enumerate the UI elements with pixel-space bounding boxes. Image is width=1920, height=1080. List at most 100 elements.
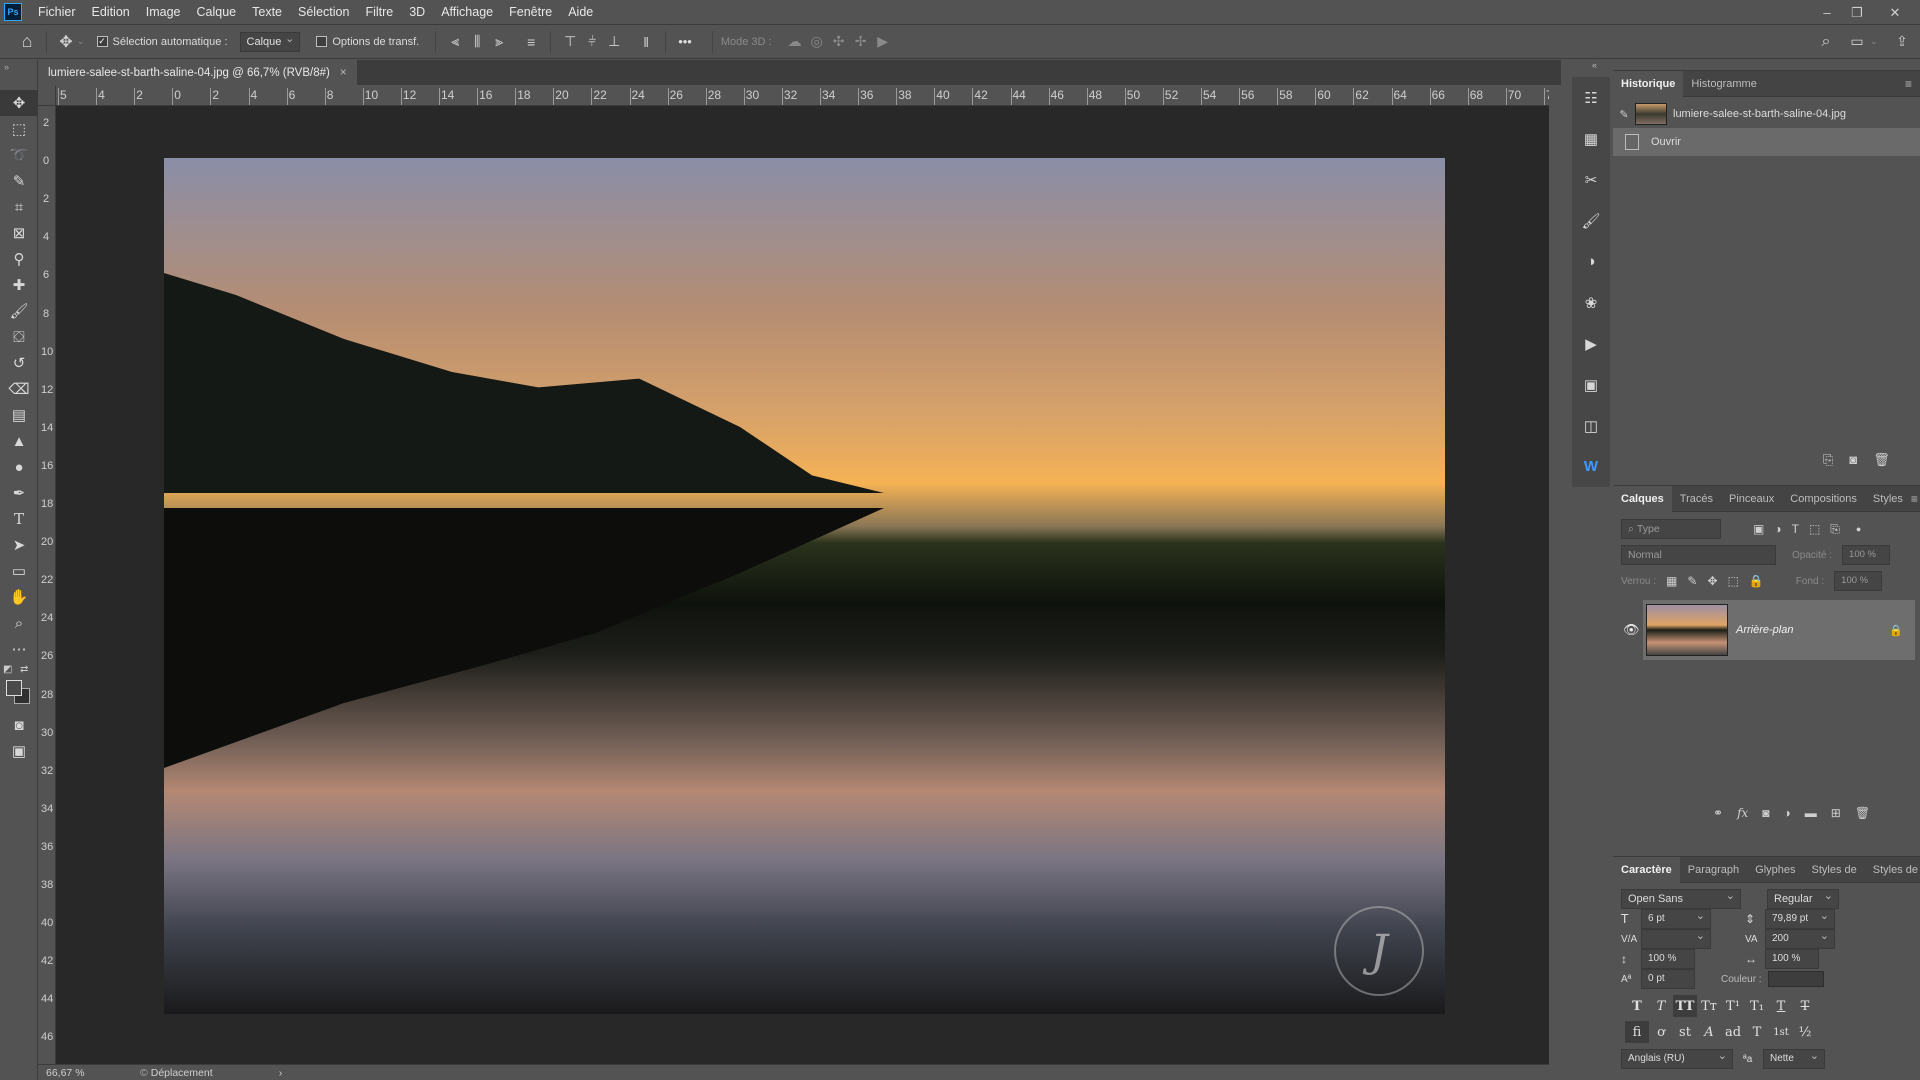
scale-3d-icon[interactable]: ▶ <box>872 31 894 53</box>
brush-tool-icon[interactable]: 🖌 <box>0 298 38 324</box>
menu-fenetre[interactable]: Fenêtre <box>501 0 560 25</box>
adjustments-panel-icon[interactable]: ▦ <box>1572 118 1610 159</box>
ligatures-button[interactable]: fi <box>1625 1021 1649 1043</box>
menu-selection[interactable]: Sélection <box>290 0 357 25</box>
eyedropper-tool-icon[interactable]: ⚲ <box>0 246 38 272</box>
blur-tool-icon[interactable]: ▲ <box>0 428 38 454</box>
distribute-horizontal-icon[interactable]: ‖ <box>635 31 657 53</box>
tab-histogramme[interactable]: Histogramme <box>1683 71 1764 97</box>
filter-adjustment-icon[interactable]: ◑ <box>1774 522 1781 536</box>
align-bottom-icon[interactable]: ⊥ <box>603 31 625 53</box>
lock-transparent-icon[interactable]: ▦ <box>1666 574 1677 588</box>
lasso-tool-icon[interactable]: ➰ <box>0 142 38 168</box>
status-menu-arrow[interactable]: › <box>279 1067 283 1079</box>
tools-presets-icon[interactable]: ✂ <box>1572 159 1610 200</box>
libraries-panel-icon[interactable]: ◫ <box>1572 405 1610 446</box>
tab-caractere[interactable]: Caractère <box>1613 856 1680 883</box>
close-document-icon[interactable]: × <box>340 67 347 79</box>
all-caps-button[interactable]: TT <box>1673 995 1697 1017</box>
tab-pinceaux[interactable]: Pinceaux <box>1721 486 1782 512</box>
horizontal-scale-field[interactable]: 100 % <box>1765 949 1819 969</box>
type-tool-icon[interactable]: T <box>0 506 38 532</box>
new-document-from-state-icon[interactable]: ⎘ <box>1823 452 1833 468</box>
collapse-toolbar-icon[interactable]: » <box>0 60 37 90</box>
tab-compositions[interactable]: Compositions <box>1782 486 1865 512</box>
faux-italic-button[interactable]: T <box>1649 995 1673 1017</box>
ordinals-button[interactable]: 1st <box>1769 1021 1793 1043</box>
lock-artboard-icon[interactable]: ⬚ <box>1728 574 1739 588</box>
menu-affichage[interactable]: Affichage <box>433 0 501 25</box>
lock-position-icon[interactable]: ✥ <box>1707 574 1717 588</box>
eraser-tool-icon[interactable]: ⌫ <box>0 376 38 402</box>
quick-selection-tool-icon[interactable]: ✎ <box>0 168 38 194</box>
tab-styles-paragraphe[interactable]: Styles de <box>1865 857 1920 883</box>
snapshot-camera-icon[interactable]: ◙ <box>1849 452 1857 468</box>
layer-row[interactable]: Arrière-plan 🔒 <box>1643 600 1915 660</box>
menu-aide[interactable]: Aide <box>560 0 601 25</box>
filter-toggle-icon[interactable]: ● <box>1856 524 1861 534</box>
history-panel-menu-icon[interactable]: ≡ <box>1905 77 1912 91</box>
menu-texte[interactable]: Texte <box>244 0 290 25</box>
delete-state-icon[interactable]: 🗑 <box>1873 452 1890 468</box>
orbit-3d-icon[interactable]: ☁ <box>784 31 806 53</box>
collapse-panels-icon[interactable]: « <box>1592 60 1597 70</box>
gradient-tool-icon[interactable]: ▤ <box>0 402 38 428</box>
layer-style-fx-icon[interactable]: fx <box>1737 806 1748 820</box>
workspace-chevron-icon[interactable]: ⌄ <box>1870 36 1878 47</box>
screen-mode-icon[interactable]: ▣ <box>0 738 38 764</box>
menu-calque[interactable]: Calque <box>189 0 245 25</box>
actions-panel-icon[interactable]: ▶ <box>1572 323 1610 364</box>
horizontal-ruler[interactable]: 5 4 2 0 2 4 6 8 10 12 14 16 18 20 22 24 26 28 30 32 34 36 38 40… <box>56 86 1549 106</box>
tab-styles[interactable]: Styles <box>1865 486 1911 512</box>
fill-field[interactable]: 100 % <box>1834 571 1883 591</box>
default-colors-icon[interactable]: ◩ <box>3 664 12 675</box>
foreground-color-swatch[interactable] <box>6 680 22 696</box>
marquee-tool-icon[interactable]: ⬚ <box>0 116 38 142</box>
superscript-button[interactable]: T¹ <box>1721 995 1745 1017</box>
discretionary-ligatures-button[interactable]: st <box>1673 1021 1697 1043</box>
menu-edition[interactable]: Edition <box>84 0 138 25</box>
rectangle-tool-icon[interactable]: ▭ <box>0 558 38 584</box>
auto-select-target-dropdown[interactable]: Calque <box>239 30 301 52</box>
subscript-button[interactable]: T₁ <box>1745 995 1769 1017</box>
swash-button[interactable]: A <box>1697 1021 1721 1043</box>
clone-stamp-tool-icon[interactable]: ⛋ <box>0 324 38 350</box>
baseline-shift-field[interactable]: 0 pt <box>1641 969 1695 989</box>
titling-alternates-button[interactable]: T <box>1745 1021 1769 1043</box>
status-info[interactable]: Déplacement <box>151 1067 261 1079</box>
align-left-icon[interactable]: ⫷ <box>444 31 466 53</box>
share-icon[interactable]: ⇪ <box>1891 31 1913 53</box>
minimize-button[interactable]: – <box>1812 0 1842 25</box>
history-brush-tool-icon[interactable]: ↺ <box>0 350 38 376</box>
hand-tool-icon[interactable]: ✋ <box>0 584 38 610</box>
language-dropdown[interactable]: Anglais (RU) <box>1621 1047 1733 1069</box>
strikethrough-button[interactable]: T <box>1793 995 1817 1017</box>
layer-filter-type[interactable]: ⌕ Type <box>1621 519 1721 539</box>
slide-3d-icon[interactable]: ✢ <box>850 31 872 53</box>
new-layer-icon[interactable]: ⊞ <box>1831 806 1841 820</box>
path-selection-tool-icon[interactable]: ➤ <box>0 532 38 558</box>
kerning-field[interactable] <box>1641 927 1711 949</box>
history-snapshot[interactable]: ✎ lumiere-salee-st-barth-saline-04.jpg <box>1613 100 1920 128</box>
blend-mode-dropdown[interactable]: Normal <box>1621 545 1776 565</box>
text-color-swatch[interactable] <box>1767 971 1824 987</box>
ruler-origin[interactable] <box>38 86 56 106</box>
lock-all-icon[interactable]: 🔒 <box>1749 574 1764 588</box>
home-icon[interactable]: ⌂ <box>16 31 38 53</box>
distribute-vertical-icon[interactable]: ≡ <box>520 31 542 53</box>
font-size-field[interactable]: 6 pt <box>1641 907 1711 929</box>
menu-image[interactable]: Image <box>138 0 189 25</box>
font-style-dropdown[interactable]: Regular <box>1767 887 1839 909</box>
antialias-dropdown[interactable]: Nette <box>1763 1047 1825 1069</box>
auto-select-checkbox[interactable]: ✓ <box>96 36 108 47</box>
brush-settings-icon[interactable]: 🖌 <box>1572 200 1610 241</box>
plugin-w-icon[interactable]: W <box>1572 446 1610 487</box>
document-tab[interactable]: lumiere-salee-st-barth-saline-04.jpg @ 6… <box>38 60 357 85</box>
opacity-field[interactable]: 100 % <box>1842 545 1891 565</box>
dodge-tool-icon[interactable]: ● <box>0 454 38 480</box>
more-options-button[interactable]: ••• <box>678 34 692 49</box>
filter-shape-icon[interactable]: ⬚ <box>1809 522 1820 536</box>
tab-paragraphe[interactable]: Paragraph <box>1680 857 1747 883</box>
vertical-ruler[interactable]: 2 0 2 4 6 8 10 12 14 16 18 20 22 24 26 28 30 32 34 36 38 40 42… <box>38 106 56 1064</box>
color-panel-icon[interactable]: ◑ <box>1572 241 1610 282</box>
